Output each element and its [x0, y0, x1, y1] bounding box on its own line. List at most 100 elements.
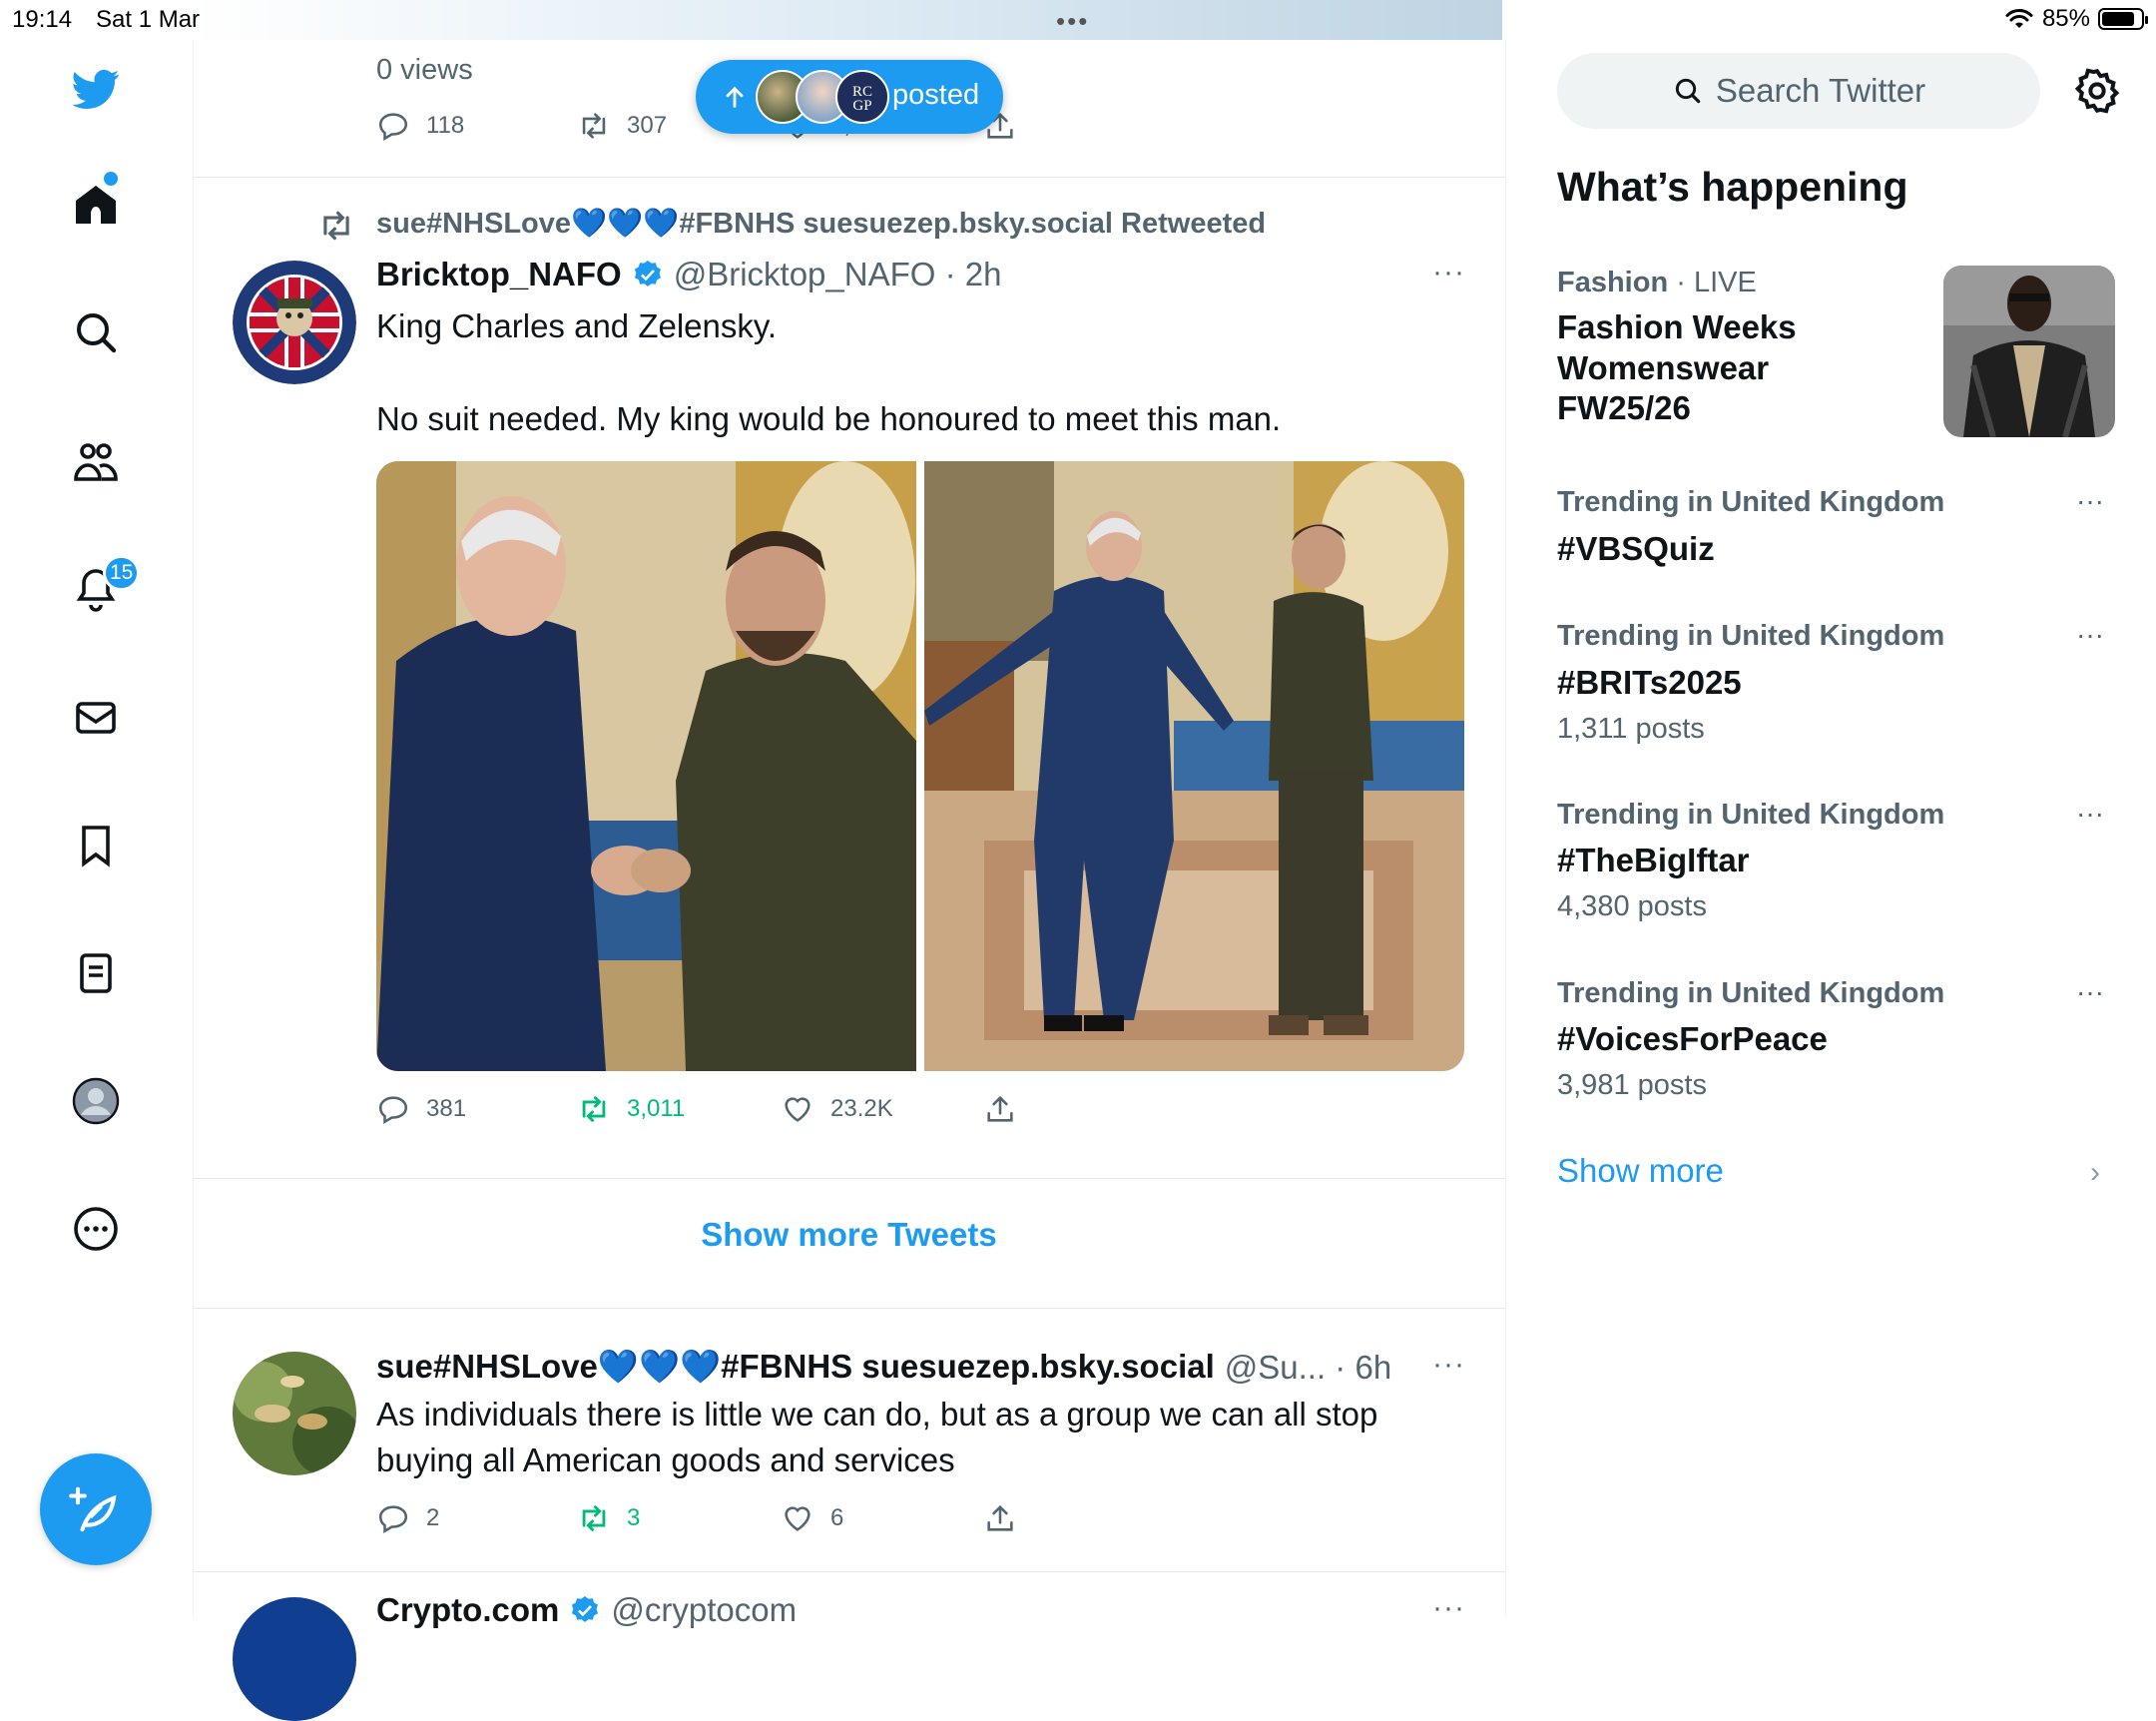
- tweet-divider: [193, 177, 1505, 178]
- tweet-photo-1[interactable]: [376, 461, 916, 1071]
- featured-title-line-2[interactable]: Womenswear: [1557, 349, 1769, 387]
- chevron-right-icon[interactable]: ›: [2090, 1156, 2100, 1190]
- status-bar: 19:14 Sat 1 Mar ••• 85%: [0, 0, 2156, 40]
- share-button[interactable]: [983, 1501, 1017, 1535]
- featured-category[interactable]: Fashion · LIVE: [1557, 267, 1757, 299]
- battery-percent: 85%: [2041, 5, 2090, 32]
- show-more-tweets-link[interactable]: Show more Tweets: [193, 1216, 1505, 1254]
- reply-count: 118: [426, 112, 465, 139]
- trend-category[interactable]: Trending in United Kingdom: [1557, 799, 1944, 832]
- reply-button[interactable]: 381: [376, 1092, 466, 1126]
- tweet-text-line-2: buying all American goods and services: [376, 1441, 955, 1478]
- status-bar-gradient: [192, 0, 1502, 40]
- tweet-text-line-1: King Charles and Zelensky.: [376, 307, 778, 344]
- featured-title-line-3[interactable]: FW25/26: [1557, 389, 1691, 427]
- messages-icon[interactable]: [61, 683, 131, 753]
- crypto-avatar[interactable]: [233, 1597, 356, 1721]
- profile-avatar-icon[interactable]: [61, 1066, 131, 1136]
- posted-label: posted: [892, 79, 980, 111]
- featured-trend-image[interactable]: [1943, 266, 2115, 437]
- retweet-count: 3: [627, 1504, 641, 1531]
- reply-count: 381: [426, 1095, 467, 1122]
- retweet-count: 307: [627, 112, 668, 139]
- author-name[interactable]: Crypto.com: [376, 1591, 559, 1629]
- trend-category[interactable]: Trending in United Kingdom: [1557, 977, 1944, 1010]
- trend-category[interactable]: Trending in United Kingdom: [1557, 620, 1944, 653]
- search-icon: [1675, 78, 1701, 104]
- retweeted-by-label[interactable]: sue#NHSLove💙💙💙#FBNHS suesuezep.bsky.soci…: [376, 207, 1266, 241]
- status-date: Sat 1 Mar: [96, 6, 201, 33]
- like-button[interactable]: 6: [781, 1501, 843, 1535]
- search-nav-icon[interactable]: [61, 297, 131, 367]
- bricktop-avatar[interactable]: [233, 261, 356, 384]
- trend-more-button[interactable]: ···: [2076, 976, 2104, 1008]
- share-icon: [987, 1095, 1013, 1122]
- lists-icon[interactable]: [61, 938, 131, 1008]
- like-button[interactable]: 23.2K: [781, 1092, 893, 1126]
- tweet-divider: [193, 1178, 1505, 1179]
- tweet-more-button[interactable]: ···: [1432, 1591, 1465, 1625]
- verified-badge-icon: [572, 1596, 599, 1622]
- featured-title-line-1[interactable]: Fashion Weeks: [1557, 308, 1797, 346]
- retweet-count: 3,011: [627, 1095, 686, 1122]
- reply-button[interactable]: 2: [376, 1501, 439, 1535]
- tweet-header: Bricktop_NAFO @Bricktop_NAFO · 2h: [376, 256, 1001, 293]
- sue-avatar[interactable]: [233, 1352, 356, 1475]
- author-name[interactable]: Bricktop_NAFO: [376, 256, 622, 293]
- retweet-icon: [582, 1505, 606, 1531]
- twitter-logo-icon[interactable]: [61, 54, 131, 124]
- trend-name[interactable]: #VoicesForPeace: [1557, 1020, 1828, 1058]
- trend-more-button[interactable]: ···: [2076, 485, 2104, 517]
- retweet-button[interactable]: 307: [577, 109, 667, 143]
- bookmarks-icon[interactable]: [61, 811, 131, 880]
- reply-icon: [378, 113, 408, 142]
- share-icon: [987, 1504, 1013, 1531]
- home-icon[interactable]: [61, 170, 131, 240]
- trend-name[interactable]: #VBSQuiz: [1557, 530, 1715, 568]
- poster-avatar-3: RC GP: [835, 70, 889, 124]
- verified-badge-icon: [634, 261, 661, 287]
- tweet-text-line-2: No suit needed. My king would be honoure…: [376, 400, 1282, 437]
- trend-more-button[interactable]: ···: [2076, 798, 2104, 830]
- author-handle-time: @Bricktop_NAFO · 2h: [673, 256, 1002, 292]
- share-button[interactable]: [983, 1092, 1017, 1126]
- multitasking-dots[interactable]: •••: [1056, 6, 1089, 37]
- trend-name[interactable]: #BRITs2025: [1557, 664, 1742, 702]
- compose-feather-icon: [69, 1486, 117, 1532]
- author-name[interactable]: sue#NHSLove💙💙💙#FBNHS suesuezep.bsky.soci…: [376, 1348, 1215, 1387]
- author-handle-time: @Su... · 6h: [1224, 1348, 1392, 1386]
- trend-category[interactable]: Trending in United Kingdom: [1557, 486, 1944, 519]
- wifi-icon: [2005, 9, 2033, 28]
- trend-post-count: 4,380 posts: [1557, 890, 1707, 922]
- trend-name[interactable]: #TheBigIftar: [1557, 842, 1750, 879]
- tweet-more-button[interactable]: ···: [1432, 256, 1465, 289]
- tweet-photo-2[interactable]: [924, 461, 1464, 1071]
- featured-category-label: Fashion: [1557, 267, 1669, 298]
- retweeted-indicator-icon: [323, 211, 349, 241]
- communities-icon[interactable]: [61, 426, 131, 496]
- whats-happening-title: What’s happening: [1557, 164, 1908, 210]
- tweet-header: sue#NHSLove💙💙💙#FBNHS suesuezep.bsky.soci…: [376, 1348, 1391, 1387]
- search-field[interactable]: Search Twitter: [1557, 53, 2040, 129]
- status-right: 85%: [2004, 5, 2148, 33]
- heart-icon: [785, 1097, 810, 1122]
- settings-gear-icon[interactable]: [2072, 66, 2122, 116]
- new-posts-pill[interactable]: RC GP posted: [696, 60, 1003, 134]
- trend-more-button[interactable]: ···: [2076, 619, 2104, 651]
- author-handle: @cryptocom: [611, 1591, 798, 1628]
- more-options-icon[interactable]: [61, 1194, 131, 1264]
- retweet-button[interactable]: 3,011: [577, 1092, 685, 1126]
- tweet-media[interactable]: [376, 461, 1464, 1071]
- tweet-more-button[interactable]: ···: [1432, 1348, 1465, 1382]
- reply-button[interactable]: 118: [376, 109, 464, 143]
- svg-text:GP: GP: [852, 98, 871, 114]
- retweet-icon: [582, 1096, 606, 1122]
- battery-icon: [2098, 8, 2148, 30]
- featured-live-label: · LIVE: [1668, 267, 1757, 298]
- tweet-header: Crypto.com @cryptocom: [376, 1591, 797, 1629]
- retweet-button[interactable]: 3: [577, 1501, 640, 1535]
- search-placeholder: Search Twitter: [1715, 72, 1926, 109]
- reply-count: 2: [426, 1504, 440, 1531]
- compose-tweet-button[interactable]: [40, 1453, 152, 1565]
- show-more-trends-link[interactable]: Show more: [1557, 1152, 1724, 1190]
